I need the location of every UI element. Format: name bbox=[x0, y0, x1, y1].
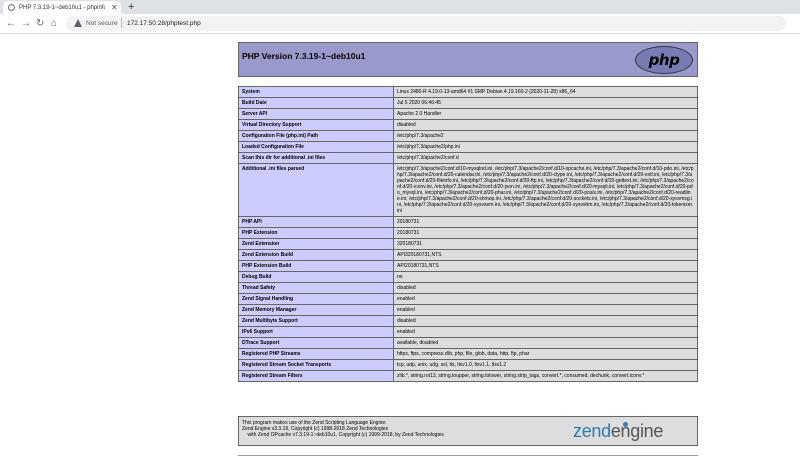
info-key: Zend Signal Handling bbox=[238, 293, 394, 305]
zend-engine-logo[interactable]: zendengine bbox=[573, 421, 663, 441]
info-value: /etc/php/7.3/apache2/conf.d/10-mysqlnd.i… bbox=[393, 163, 698, 217]
info-value: enabled bbox=[393, 326, 698, 338]
globe-icon bbox=[8, 4, 15, 11]
php-version-header: PHP Version 7.3.19-1~deb10u1 php bbox=[238, 42, 698, 77]
info-row: Additional .ini files parsed/etc/php/7.3… bbox=[238, 163, 698, 217]
info-row: IPv6 Support enabled bbox=[238, 326, 698, 338]
info-value: zlib.*, string.rot13, string.toupper, st… bbox=[393, 370, 698, 382]
info-row: Loaded Configuration File/etc/php/7.3/ap… bbox=[238, 141, 698, 153]
info-value: disabled bbox=[393, 315, 698, 327]
zend-logo-part2: engine bbox=[610, 421, 664, 441]
info-value: API20180731,NTS bbox=[393, 260, 698, 272]
info-value: tcp, udp, unix, udg, ssl, tls, tlsv1.0, … bbox=[393, 359, 698, 371]
info-row: Debug Build no bbox=[238, 271, 698, 283]
info-value: disabled bbox=[393, 282, 698, 294]
page-title: PHP Version 7.3.19-1~deb10u1 bbox=[242, 51, 366, 61]
info-key: Registered Stream Filters bbox=[238, 370, 394, 382]
tab-strip: PHP 7.3.19-1~deb10u1 - phpinfo() ✕ + bbox=[0, 0, 800, 14]
info-key: Registered Stream Socket Transports bbox=[238, 359, 394, 371]
back-arrow-icon[interactable]: ← bbox=[6, 17, 16, 30]
info-value: available, disabled bbox=[393, 337, 698, 349]
reload-icon[interactable]: ↻ bbox=[36, 17, 44, 30]
info-key: Zend Extension Build bbox=[238, 249, 394, 261]
info-key: Debug Build bbox=[238, 271, 394, 283]
info-value: /etc/php/7.3/apache2/php.ini bbox=[393, 141, 698, 153]
info-key: Registered PHP Streams bbox=[238, 348, 394, 360]
info-key: PHP Extension bbox=[238, 227, 394, 239]
close-tab-icon[interactable]: ✕ bbox=[111, 3, 118, 12]
info-row: Zend Extension 320180731 bbox=[238, 238, 698, 250]
info-key: Server API bbox=[238, 108, 394, 120]
page-divider bbox=[238, 455, 698, 456]
info-value: no bbox=[393, 271, 698, 283]
info-row: Zend Multibyte Support disabled bbox=[238, 315, 698, 327]
info-key: Scan this dir for additional .ini files bbox=[238, 152, 394, 164]
url-text[interactable]: 172.17.50.28/phptest.php bbox=[127, 19, 201, 28]
warning-icon[interactable] bbox=[74, 19, 82, 27]
info-row: PHP Extension 20180731 bbox=[238, 227, 698, 239]
info-key: PHP Extension Build bbox=[238, 260, 394, 272]
browser-toolbar: ← → ↻ ⌂ Not secure 172.17.50.28/phptest.… bbox=[0, 14, 800, 34]
zend-logo-dot bbox=[623, 422, 628, 427]
info-value: API320180731,NTS bbox=[393, 249, 698, 261]
info-value: 20180731 bbox=[393, 227, 698, 239]
info-value: 320180731 bbox=[393, 238, 698, 250]
new-tab-button[interactable]: + bbox=[128, 1, 134, 13]
info-key: Zend Multibyte Support bbox=[238, 315, 394, 327]
url-separator bbox=[121, 18, 122, 28]
info-key: IPv6 Support bbox=[238, 326, 394, 338]
info-row: Scan this dir for additional .ini files /… bbox=[238, 152, 698, 164]
zend-footer-text: This program makes use of the Zend Scrip… bbox=[242, 420, 542, 439]
info-row: Build Date Jul 5 2020 06:46:45 bbox=[238, 97, 698, 109]
zend-footer: This program makes use of the Zend Scrip… bbox=[238, 416, 698, 446]
info-value: disabled bbox=[393, 119, 698, 131]
info-row: Virtual Directory Support disabled bbox=[238, 119, 698, 131]
security-label[interactable]: Not secure bbox=[86, 19, 117, 28]
info-key: Zend Memory Manager bbox=[238, 304, 394, 316]
info-row: Registered Stream Filters zlib.*, string.… bbox=[238, 370, 698, 382]
info-key: Thread Safety bbox=[238, 282, 394, 294]
info-row: Server API Apache 2.0 Handler bbox=[238, 108, 698, 120]
info-row: PHP Extension Build API20180731,NTS bbox=[238, 260, 698, 272]
info-key: DTrace Support bbox=[238, 337, 394, 349]
info-row: Zend Signal Handling enabled bbox=[238, 293, 698, 305]
info-key: Build Date bbox=[238, 97, 394, 109]
info-row: Registered PHP Streams https, ftps, compr… bbox=[238, 348, 698, 360]
info-key: System bbox=[238, 86, 394, 98]
info-value: enabled bbox=[393, 293, 698, 305]
forward-arrow-icon[interactable]: → bbox=[21, 17, 31, 30]
info-row: Zend Memory Manager enabled bbox=[238, 304, 698, 316]
address-bar[interactable]: Not secure 172.17.50.28/phptest.php bbox=[66, 16, 786, 31]
info-row: System Linux 2480-R 4.19.0-13-amd64 #1 SM… bbox=[238, 86, 698, 98]
info-key: Additional .ini files parsed bbox=[238, 163, 394, 217]
tab-title: PHP 7.3.19-1~deb10u1 - phpinfo() bbox=[19, 5, 105, 11]
info-row: DTrace Support available, disabled bbox=[238, 337, 698, 349]
info-value: https, ftps, compress.zlib, php, file, g… bbox=[393, 348, 698, 360]
info-value: enabled bbox=[393, 304, 698, 316]
info-value: /etc/php/7.3/apache2 bbox=[393, 130, 698, 142]
info-value: 20180731 bbox=[393, 216, 698, 228]
info-row: Configuration File (php.ini) Path/etc/ph… bbox=[238, 130, 698, 142]
php-logo[interactable]: php bbox=[635, 46, 693, 74]
home-icon[interactable]: ⌂ bbox=[51, 17, 57, 30]
info-key: Virtual Directory Support bbox=[238, 119, 394, 131]
info-value: Jul 5 2020 06:46:45 bbox=[393, 97, 698, 109]
info-row: Zend Extension Build API320180731,NTS bbox=[238, 249, 698, 261]
footer-line-3: with Zend OPcache v7.3.19-1~deb10u1, Cop… bbox=[242, 432, 444, 439]
info-key: PHP API bbox=[238, 216, 394, 228]
info-value: /etc/php/7.3/apache2/conf.d bbox=[393, 152, 698, 164]
info-value: Linux 2480-R 4.19.0-13-amd64 #1 SMP Debi… bbox=[393, 86, 698, 98]
info-row: Registered Stream Socket Transports tcp, … bbox=[238, 359, 698, 371]
zend-logo-part1: zend bbox=[573, 421, 611, 441]
php-logo-text: php bbox=[648, 51, 680, 69]
info-value: Apache 2.0 Handler bbox=[393, 108, 698, 120]
info-row: PHP API 20180731 bbox=[238, 216, 698, 228]
php-info-table: System Linux 2480-R 4.19.0-13-amd64 #1 SM… bbox=[238, 86, 698, 382]
browser-tab[interactable]: PHP 7.3.19-1~deb10u1 - phpinfo() ✕ bbox=[3, 1, 121, 14]
info-key: Configuration File (php.ini) Path bbox=[238, 130, 394, 142]
info-key: Loaded Configuration File bbox=[238, 141, 394, 153]
info-row: Thread Safety disabled bbox=[238, 282, 698, 294]
info-key: Zend Extension bbox=[238, 238, 394, 250]
